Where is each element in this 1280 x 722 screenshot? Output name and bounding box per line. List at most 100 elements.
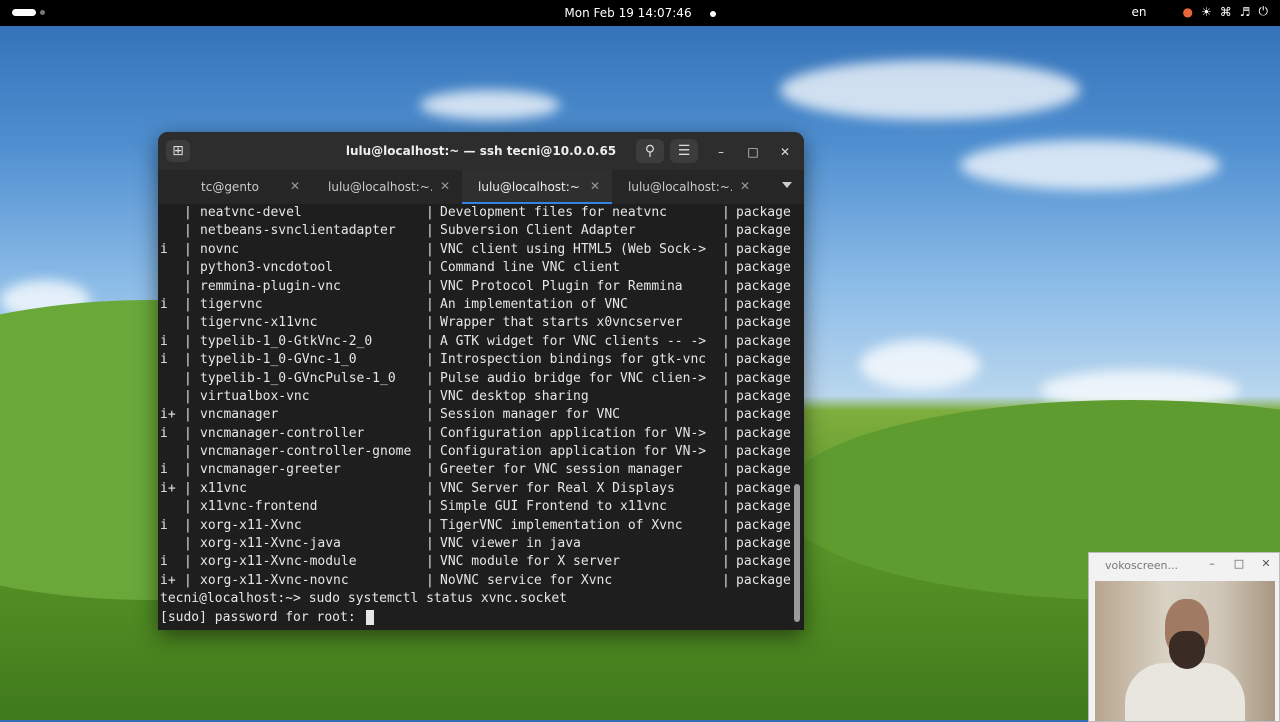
terminal-line: | xorg-x11-Xvnc-java | VNC viewer in java | p… bbox=[160, 535, 791, 553]
package-summary: Greeter for VNC session manager bbox=[440, 462, 683, 478]
tab-close-icon[interactable]: ✕ bbox=[290, 179, 300, 193]
tab-list-chevron-down-icon[interactable] bbox=[782, 182, 792, 188]
password-prompt-line[interactable]: [sudo] password for root: bbox=[160, 609, 790, 627]
package-name: netbeans-svnclientadapter bbox=[200, 223, 396, 239]
column-separator: | bbox=[426, 352, 434, 368]
language-indicator[interactable]: en bbox=[1131, 5, 1146, 19]
package-name: x11vnc bbox=[200, 480, 247, 496]
package-summary: TigerVNC implementation of Xvnc bbox=[440, 517, 683, 533]
column-separator: | bbox=[426, 517, 434, 533]
webcam-minimize-icon[interactable]: – bbox=[1205, 557, 1219, 570]
column-separator: | bbox=[722, 241, 730, 257]
package-type: package bbox=[736, 554, 791, 570]
terminal-line: i | typelib-1_0-GVnc-1_0 | Introspection bin… bbox=[160, 351, 791, 369]
column-separator: | bbox=[722, 370, 730, 386]
column-separator: | bbox=[184, 223, 192, 239]
search-icon: ⚲ bbox=[644, 143, 656, 159]
package-summary: VNC client using HTML5 (Web Sock-> bbox=[440, 241, 707, 257]
terminal-scrollbar[interactable] bbox=[794, 484, 800, 622]
package-summary: NoVNC service for Xvnc bbox=[440, 572, 613, 588]
tab-label: lulu@localhost:~... bbox=[628, 180, 732, 194]
terminal-line: | python3-vncdotool | Command line VNC clie… bbox=[160, 259, 791, 277]
package-name: vncmanager-greeter bbox=[200, 462, 341, 478]
column-separator: | bbox=[722, 388, 730, 404]
brightness-icon[interactable]: ☀ bbox=[1201, 5, 1212, 19]
column-separator: | bbox=[184, 572, 192, 588]
column-separator: | bbox=[722, 352, 730, 368]
power-icon[interactable]: ⏻ bbox=[1259, 4, 1269, 19]
package-type: package bbox=[736, 536, 791, 552]
package-summary: Simple GUI Frontend to x11vnc bbox=[440, 499, 667, 515]
terminal-line: i+ | xorg-x11-Xvnc-novnc | NoVNC service for… bbox=[160, 572, 791, 590]
microphone-icon[interactable]: ● bbox=[1182, 5, 1192, 19]
column-separator: | bbox=[184, 241, 192, 257]
column-separator: | bbox=[184, 499, 192, 515]
column-separator: | bbox=[426, 278, 434, 294]
install-flag: i bbox=[160, 352, 168, 368]
system-tray[interactable]: en ● ☀ ⌘ ♬ ⏻ bbox=[1131, 4, 1268, 19]
clock[interactable]: Mon Feb 19 14:07:46 bbox=[0, 6, 1280, 20]
package-type: package bbox=[736, 572, 791, 588]
text-cursor bbox=[365, 609, 374, 625]
column-separator: | bbox=[722, 407, 730, 423]
column-separator: | bbox=[426, 554, 434, 570]
package-name: typelib-1_0-GVncPulse-1_0 bbox=[200, 370, 396, 386]
package-summary: VNC Protocol Plugin for Remmina bbox=[440, 278, 683, 294]
minimize-button[interactable]: – bbox=[713, 144, 729, 160]
maximize-button[interactable]: □ bbox=[745, 144, 761, 160]
terminal-titlebar[interactable]: ⊞ lulu@localhost:~ — ssh tecni@10.0.0.65… bbox=[158, 132, 804, 170]
tab-3[interactable]: lulu@localhost:~ ... ✕ bbox=[462, 170, 612, 204]
tab-4[interactable]: lulu@localhost:~... ✕ bbox=[612, 170, 762, 204]
terminal-line: i | novnc | VNC client using HTML5 (Web Sock… bbox=[160, 241, 791, 259]
column-separator: | bbox=[722, 278, 730, 294]
column-separator: | bbox=[722, 223, 730, 239]
terminal-line: i | typelib-1_0-GtkVnc-2_0 | A GTK widget fo… bbox=[160, 333, 791, 351]
terminal-line: | vncmanager-controller-gnome | Configurati… bbox=[160, 443, 791, 461]
wifi-icon[interactable]: ⌘ bbox=[1220, 5, 1232, 19]
package-summary: Configuration application for VN-> bbox=[440, 425, 707, 441]
column-separator: | bbox=[722, 444, 730, 460]
webcam-title: vokoscreen... bbox=[1105, 559, 1179, 572]
install-flag: i bbox=[160, 517, 168, 533]
tab-close-icon[interactable]: ✕ bbox=[590, 179, 600, 193]
webcam-close-icon[interactable]: ✕ bbox=[1259, 557, 1273, 570]
terminal-line: i+ | vncmanager | Session manager for VNC | pa… bbox=[160, 406, 791, 424]
tab-close-icon[interactable]: ✕ bbox=[740, 179, 750, 193]
terminal-window[interactable]: ⊞ lulu@localhost:~ — ssh tecni@10.0.0.65… bbox=[158, 132, 804, 630]
column-separator: | bbox=[184, 536, 192, 552]
install-flag: i bbox=[160, 554, 168, 570]
package-type: package bbox=[736, 333, 791, 349]
webcam-window[interactable]: vokoscreen... – □ ✕ bbox=[1088, 552, 1280, 722]
webcam-maximize-icon[interactable]: □ bbox=[1232, 557, 1246, 570]
package-type: package bbox=[736, 444, 791, 460]
terminal-line: | remmina-plugin-vnc | VNC Protocol Plugin … bbox=[160, 278, 791, 296]
package-name: vncmanager-controller bbox=[200, 425, 365, 441]
tab-close-icon[interactable]: ✕ bbox=[440, 179, 450, 193]
close-button[interactable]: ✕ bbox=[777, 144, 793, 160]
window-title: lulu@localhost:~ — ssh tecni@10.0.0.65 bbox=[345, 144, 617, 158]
tab-1[interactable]: tc@gento ✕ bbox=[162, 170, 312, 204]
tab-2[interactable]: lulu@localhost:~... ✕ bbox=[312, 170, 462, 204]
package-summary: An implementation of VNC bbox=[440, 296, 628, 312]
package-name: xorg-x11-Xvnc bbox=[200, 517, 302, 533]
column-separator: | bbox=[184, 333, 192, 349]
package-type: package bbox=[736, 480, 791, 496]
column-separator: | bbox=[426, 333, 434, 349]
menu-button[interactable]: ☰ bbox=[670, 139, 698, 163]
minimize-icon: – bbox=[718, 145, 724, 159]
column-separator: | bbox=[184, 205, 192, 220]
search-button[interactable]: ⚲ bbox=[636, 139, 664, 163]
terminal-output[interactable]: | neatvnc-devel | Development files for nea… bbox=[160, 204, 791, 630]
package-summary: Command line VNC client bbox=[440, 260, 621, 276]
terminal-line: | virtualbox-vnc | VNC desktop sharing | pack… bbox=[160, 388, 791, 406]
package-name: remmina-plugin-vnc bbox=[200, 278, 341, 294]
top-bar: Mon Feb 19 14:07:46 en ● ☀ ⌘ ♬ ⏻ bbox=[0, 0, 1280, 26]
volume-icon[interactable]: ♬ bbox=[1240, 5, 1251, 19]
column-separator: | bbox=[184, 278, 192, 294]
maximize-icon: □ bbox=[747, 145, 759, 159]
tab-label: lulu@localhost:~ ... bbox=[478, 180, 582, 194]
clock-datetime[interactable]: Mon Feb 19 14:07:46 bbox=[564, 6, 691, 20]
column-separator: | bbox=[426, 572, 434, 588]
package-type: package bbox=[736, 370, 791, 386]
package-name: vncmanager-controller-gnome bbox=[200, 444, 412, 460]
